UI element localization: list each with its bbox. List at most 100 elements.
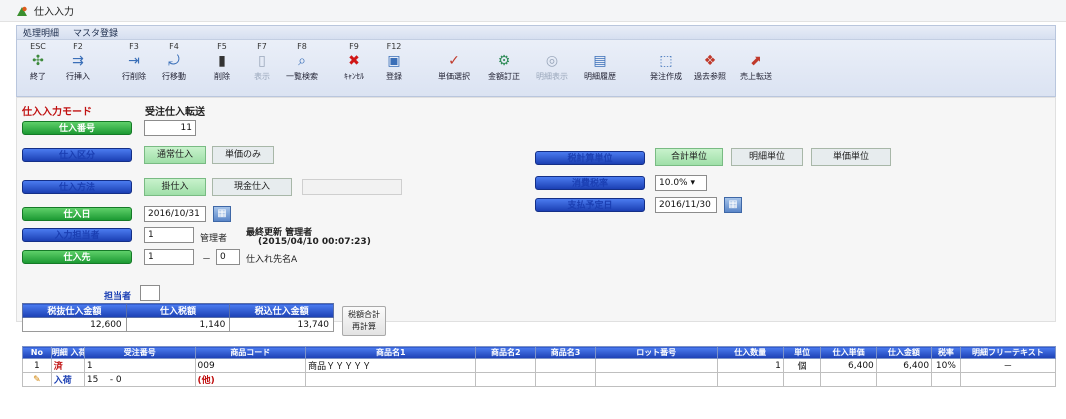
delete-row-button[interactable]: F3 ⇥ 行削除 (117, 42, 151, 82)
recalc-tax-button[interactable]: 税額合計 再計算 (342, 306, 386, 336)
history-button[interactable]: ▤ 明細履歴 (583, 42, 617, 82)
tax-unit-total-toggle[interactable]: 合計単位 (655, 148, 723, 166)
mode-title: 仕入入力モード (22, 107, 92, 118)
supplier-code-input[interactable]: 1 (144, 249, 194, 265)
amount-fix-key (487, 42, 521, 52)
table-row[interactable]: 1 済 1 009 商品ＹＹＹＹＹ 1 個 6,400 6,400 10% － (22, 358, 1057, 373)
row-status: 済 (50, 358, 85, 373)
supplier-sub-input[interactable]: 0 (216, 249, 240, 265)
delete-row-icon: ⇥ (128, 53, 140, 69)
amount-fix-label: 金額訂正 (488, 72, 520, 81)
row-name2-b[interactable] (475, 372, 537, 387)
person-input[interactable]: 1 (144, 227, 194, 243)
menu-item-master[interactable]: マスタ登録 (73, 26, 118, 39)
supplier-dash: － (202, 255, 212, 265)
insert-row-button[interactable]: F2 ⇉ 行挿入 (61, 42, 95, 82)
cancel-key: F9 (349, 42, 359, 51)
category-price-only-toggle[interactable]: 単価のみ (212, 146, 274, 164)
row-unit-price[interactable]: 6,400 (820, 358, 877, 373)
row-lot-b[interactable] (594, 372, 718, 387)
row-name3[interactable] (535, 358, 596, 373)
col-order-no: 受注番号 (83, 346, 196, 359)
sales-transfer-icon: ⬈ (750, 53, 762, 69)
menu-item-detail[interactable]: 処理明細 (23, 26, 59, 39)
row-name2[interactable] (475, 358, 537, 373)
row-tax: 10% (931, 358, 961, 373)
move-row-label: 行移動 (162, 72, 186, 81)
move-row-key: F4 (169, 42, 179, 51)
order-create-button[interactable]: ⬚ 発注作成 (649, 42, 683, 82)
method-cash-toggle[interactable]: 現金仕入 (212, 178, 292, 196)
row-tax-b (931, 372, 961, 387)
row-product-name[interactable]: 商品ＹＹＹＹＹ (305, 358, 477, 373)
tool-buttons: ESC ✣ 終了 F2 ⇉ 行挿入 F3 ⇥ 行削除 F4 ⤾ 行移動 F5 ▮… (17, 40, 1055, 96)
person-name: 管理者 (200, 234, 228, 244)
tax-rate-select[interactable]: 10.0% ▾ (655, 175, 707, 191)
sales-transfer-button[interactable]: ⬈ 売上転送 (739, 42, 773, 82)
row-free-b (959, 372, 1057, 387)
sales-transfer-key (739, 42, 773, 52)
category-normal-toggle[interactable]: 通常仕入 (144, 146, 206, 164)
insert-row-key: F2 (73, 42, 83, 51)
history-icon: ▤ (593, 53, 607, 69)
toolbar: 処理明細 マスタ登録 ESC ✣ 終了 F2 ⇉ 行挿入 F3 ⇥ 行削除 F4… (16, 25, 1056, 97)
col-unit-price: 仕入単価 (820, 346, 877, 359)
buyer-input[interactable] (140, 285, 160, 301)
amount-fix-icon: ⚙ (497, 53, 511, 69)
row-order-detail: 15 - 0 (83, 372, 196, 387)
row-product-code[interactable]: 009 (194, 358, 307, 373)
date-label: 仕入日 (22, 207, 132, 221)
cancel-label: ｷｬﾝｾﾙ (344, 72, 364, 81)
tax-unit-detail-toggle[interactable]: 明細単位 (731, 148, 803, 166)
tax-unit-price-toggle[interactable]: 単価単位 (811, 148, 891, 166)
method-select[interactable] (302, 179, 402, 195)
detail-view-button[interactable]: ◎ 明細表示 (535, 42, 569, 82)
method-credit-toggle[interactable]: 掛仕入 (144, 178, 206, 196)
sales-transfer-label: 売上転送 (740, 72, 772, 81)
view-button[interactable]: F7 ▯ 表示 (245, 42, 279, 82)
detail-view-key (535, 42, 569, 52)
row-amount: 6,400 (875, 358, 933, 373)
col-product-name1: 商品名1 (305, 346, 477, 359)
pay-date-label: 支払予定日 (535, 198, 645, 212)
recalc-line2: 再計算 (352, 322, 376, 331)
sum-tax-value: 1,140 (125, 317, 231, 332)
list-search-button[interactable]: F8 ⌕ 一覧検索 (285, 42, 319, 82)
order-create-key (649, 42, 683, 52)
exit-button[interactable]: ESC ✣ 終了 (21, 42, 55, 82)
tax-rate-label: 消費税率 (535, 176, 645, 190)
cancel-button[interactable]: F9 ✖ ｷｬﾝｾﾙ (337, 42, 371, 82)
menu-bar: 処理明細 マスタ登録 (17, 26, 1055, 40)
date-input[interactable]: 2016/10/31 (144, 206, 206, 222)
list-search-label: 一覧検索 (286, 72, 318, 81)
pay-date-input[interactable]: 2016/11/30 (655, 197, 717, 213)
history-label: 明細履歴 (584, 72, 616, 81)
move-row-button[interactable]: F4 ⤾ 行移動 (157, 42, 191, 82)
price-select-button[interactable]: ✓ 単価選択 (437, 42, 471, 82)
view-key: F7 (257, 42, 267, 51)
save-label: 登録 (386, 72, 402, 81)
slip-no-input[interactable]: 11 (144, 120, 196, 136)
pay-calendar-icon[interactable]: ▦ (724, 197, 742, 213)
save-button[interactable]: F12 ▣ 登録 (377, 42, 411, 82)
row-unit[interactable]: 個 (782, 358, 822, 373)
past-ref-button[interactable]: ❖ 過去参照 (693, 42, 727, 82)
price-select-key (437, 42, 471, 52)
amount-fix-button[interactable]: ⚙ 金額訂正 (487, 42, 521, 82)
row-qty[interactable]: 1 (716, 358, 784, 373)
tax-unit-label: 税計算単位 (535, 151, 645, 165)
table-row-sub[interactable]: ✎ 入荷 15 - 0 (他) (22, 372, 1057, 387)
slip-no-label: 仕入番号 (22, 121, 132, 135)
delete-button[interactable]: F5 ▮ 削除 (205, 42, 239, 82)
row-free[interactable]: － (959, 358, 1057, 373)
row-name3-b[interactable] (535, 372, 596, 387)
calendar-icon[interactable]: ▦ (213, 206, 231, 222)
row-edit-icon[interactable]: ✎ (22, 372, 52, 387)
col-qty: 仕入数量 (716, 346, 784, 359)
delete-row-key: F3 (129, 42, 139, 51)
row-name-b[interactable] (305, 372, 477, 387)
row-order-no[interactable]: 1 (83, 358, 196, 373)
row-lot[interactable] (594, 358, 718, 373)
row-price-b (820, 372, 877, 387)
summary-table: 税抜仕入金額 仕入税額 税込仕入金額 12,600 1,140 13,740 (22, 303, 334, 332)
